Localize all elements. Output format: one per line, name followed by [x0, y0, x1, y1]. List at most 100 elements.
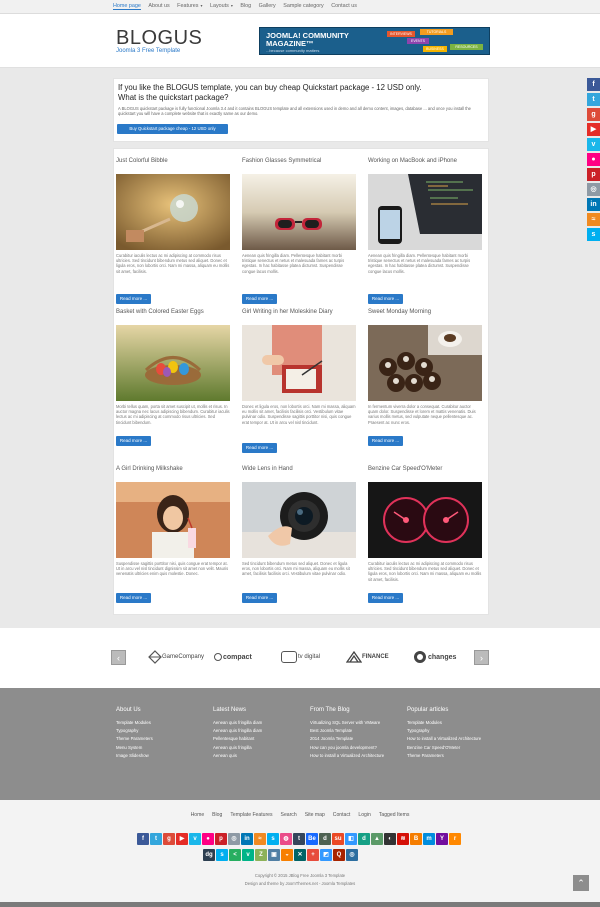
vimeo-icon[interactable]: v — [587, 138, 600, 151]
linkedin-icon[interactable]: in — [241, 833, 253, 845]
footer-link[interactable]: Theme Parameters — [116, 736, 206, 741]
read-more-button[interactable]: Read more ... — [116, 436, 151, 446]
footer-link[interactable]: Virtualizing SQL Server with VMware — [310, 720, 400, 725]
footer-link[interactable]: Menu System — [116, 745, 206, 750]
read-more-button[interactable]: Read more ... — [368, 436, 403, 446]
bottom-nav-login[interactable]: Login — [358, 812, 370, 818]
carousel-next-button[interactable]: › — [474, 650, 489, 665]
footer-link[interactable]: Typography — [407, 728, 497, 733]
partner-logo-changes[interactable]: changes — [414, 646, 456, 668]
read-more-button[interactable]: Read more ... — [242, 443, 277, 453]
forrst-icon[interactable]: ▲ — [371, 833, 383, 845]
skype-icon[interactable]: s — [216, 849, 228, 861]
rss-icon[interactable]: ≈ — [254, 833, 266, 845]
muffins-image[interactable] — [368, 325, 482, 401]
partner-logo-compact[interactable]: compact — [214, 646, 252, 668]
delicious-icon[interactable]: ◧ — [345, 833, 357, 845]
linkedin-icon[interactable]: in — [587, 198, 600, 211]
behance-icon[interactable]: Be — [306, 833, 318, 845]
share-icon[interactable]: < — [229, 849, 241, 861]
footer-link[interactable]: Template Modules — [407, 720, 497, 725]
picasa-icon[interactable]: ◎ — [587, 183, 600, 196]
footer-link[interactable]: Aenean quis — [213, 753, 303, 758]
footer-link[interactable]: Template Modules — [116, 720, 206, 725]
bottom-nav-tagged-items[interactable]: Tagged Items — [379, 812, 410, 818]
partner-logo-finance[interactable]: FINANCE — [346, 646, 389, 668]
footer-link[interactable]: Best Joomla Template — [310, 728, 400, 733]
digg-icon[interactable]: d — [358, 833, 370, 845]
google-plus-icon[interactable]: g — [587, 108, 600, 121]
partner-logo-tvdigital[interactable]: tv digital — [281, 646, 320, 668]
digg-icon[interactable]: dg — [203, 849, 215, 861]
youtube-icon[interactable]: ▶ — [176, 833, 188, 845]
flickr-icon[interactable]: ● — [587, 153, 600, 166]
girl-writing-image[interactable] — [242, 325, 356, 401]
article-title[interactable]: Sweet Monday Morning — [368, 309, 484, 315]
vine-icon[interactable]: v — [242, 849, 254, 861]
read-more-button[interactable]: Read more ... — [242, 593, 277, 603]
google-plus-icon[interactable]: g — [163, 833, 175, 845]
stumbleupon-icon[interactable]: su — [332, 833, 344, 845]
myspace-icon[interactable]: m — [423, 833, 435, 845]
dribbble-icon[interactable]: ◍ — [280, 833, 292, 845]
delicious-icon[interactable]: ◩ — [320, 849, 332, 861]
milkshake-girl-image[interactable] — [116, 482, 230, 558]
design-credit-text[interactable]: Design and theme by JoomThemes.net - Joo… — [0, 881, 600, 886]
footer-link[interactable]: Aenean quis fringilla diam — [213, 720, 303, 725]
article-title[interactable]: Girl Writing in her Moleskine Diary — [242, 309, 358, 315]
zerply-icon[interactable]: Z — [255, 849, 267, 861]
read-more-button[interactable]: Read more ... — [116, 593, 151, 603]
bottom-nav-blog[interactable]: Blog — [212, 812, 222, 818]
yahoo-icon[interactable]: Y — [436, 833, 448, 845]
site-logo-title[interactable]: BLOGUS — [116, 27, 202, 50]
read-more-button[interactable]: Read more ... — [368, 294, 403, 304]
article-title[interactable]: A Girl Drinking Milkshake — [116, 466, 232, 472]
flickr-icon[interactable]: ● — [202, 833, 214, 845]
footer-link[interactable]: How to install a Virtualized Architectur… — [407, 736, 497, 741]
tumblr-icon[interactable]: t — [293, 833, 305, 845]
bottom-nav-contact[interactable]: Contact — [333, 812, 351, 818]
github-icon[interactable]: ◎ — [346, 849, 358, 861]
nav-item-gallery[interactable]: Gallery — [259, 3, 276, 10]
lastfm-icon[interactable]: ≋ — [397, 833, 409, 845]
article-title[interactable]: Basket with Colored Easter Eggs — [116, 309, 232, 315]
article-title[interactable]: Benzine Car Speed'O'Meter — [368, 466, 484, 472]
footer-link[interactable]: Typography — [116, 728, 206, 733]
magazine-banner-ad[interactable]: JOOMLA! COMMUNITY MAGAZINE™ ...because c… — [259, 27, 490, 55]
footer-link[interactable]: Pellentesque habitant — [213, 736, 303, 741]
partner-logo-gamecompany[interactable]: GameCompany — [148, 646, 204, 668]
skype-icon[interactable]: s — [267, 833, 279, 845]
xing-icon[interactable]: ✕ — [294, 849, 306, 861]
footer-link[interactable]: How to install a Virtualized Architectur… — [310, 753, 400, 758]
footer-link[interactable]: Theme Parameters — [407, 753, 497, 758]
instagram-icon[interactable]: ▣ — [268, 849, 280, 861]
nav-item-sample-category[interactable]: Sample category — [283, 3, 323, 10]
rss-icon[interactable]: ≈ — [587, 213, 600, 226]
back-to-top-button[interactable]: ⌃ — [573, 875, 589, 891]
picasa-icon[interactable]: ◎ — [228, 833, 240, 845]
blogger-icon[interactable]: B — [410, 833, 422, 845]
youtube-icon[interactable]: ▶ — [587, 123, 600, 136]
footer-link[interactable]: Benzine Car Speed'O'Meter — [407, 745, 497, 750]
reddit-icon[interactable]: r — [449, 833, 461, 845]
nav-item-contact[interactable]: Contact us — [331, 3, 357, 10]
sunglasses-image[interactable] — [242, 174, 356, 250]
bottom-nav-site-map[interactable]: Site map — [305, 812, 325, 818]
skype-icon[interactable]: s — [587, 228, 600, 241]
bottom-nav-search[interactable]: Search — [281, 812, 297, 818]
camera-lens-image[interactable] — [242, 482, 356, 558]
easter-eggs-image[interactable] — [116, 325, 230, 401]
footer-link[interactable]: 2014 Joomla Template — [310, 736, 400, 741]
read-more-button[interactable]: Read more ... — [116, 294, 151, 304]
speedometer-image[interactable] — [368, 482, 482, 558]
deviantart-icon[interactable]: d — [319, 833, 331, 845]
facebook-icon[interactable]: f — [137, 833, 149, 845]
buy-quickstart-button[interactable]: Buy Quickstart package cheap - 12 USD on… — [117, 124, 228, 134]
article-title[interactable]: Just Colorful Bibble — [116, 158, 232, 164]
nav-item-layouts[interactable]: Layouts ▾ — [210, 3, 233, 10]
bottom-nav-template-features[interactable]: Template Features — [230, 812, 272, 818]
twitter-icon[interactable]: t — [150, 833, 162, 845]
article-title[interactable]: Working on MacBook and iPhone — [368, 158, 484, 164]
nav-item-features[interactable]: Features ▾ — [177, 3, 202, 10]
grooveshark-icon[interactable]: ◒ — [281, 849, 293, 861]
